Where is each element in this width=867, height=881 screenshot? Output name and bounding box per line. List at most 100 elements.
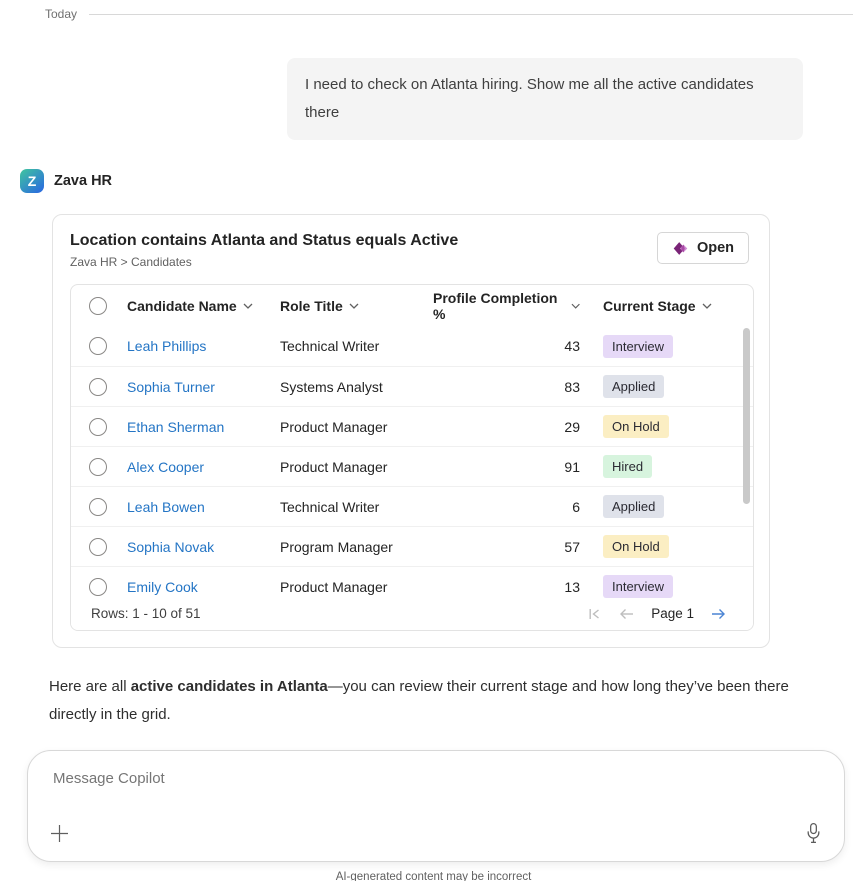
row-checkbox[interactable] [89, 418, 107, 436]
stage-badge: Interview [603, 335, 673, 358]
candidate-name-link[interactable]: Sophia Turner [127, 379, 280, 395]
checkbox-cell [71, 538, 127, 556]
completion-cell: 83 [433, 379, 593, 395]
candidate-name-link[interactable]: Ethan Sherman [127, 419, 280, 435]
row-checkbox[interactable] [89, 458, 107, 476]
agent-avatar: Z [20, 169, 44, 193]
completion-cell: 91 [433, 459, 593, 475]
table-row[interactable]: Ethan Sherman Product Manager 29 On Hold [71, 406, 753, 446]
chevron-down-icon [702, 303, 712, 309]
table-row[interactable]: Sophia Novak Program Manager 57 On Hold [71, 526, 753, 566]
stage-badge: Applied [603, 495, 664, 518]
user-message-text: I need to check on Atlanta hiring. Show … [305, 76, 754, 121]
card-header: Location contains Atlanta and Status equ… [70, 232, 754, 269]
select-all-checkbox[interactable] [89, 297, 107, 315]
role-title-cell: Product Manager [280, 419, 433, 435]
results-card: Location contains Atlanta and Status equ… [52, 214, 770, 648]
row-checkbox[interactable] [89, 498, 107, 516]
completion-cell: 43 [433, 338, 593, 354]
stage-cell: On Hold [593, 535, 753, 558]
stage-cell: Interview [593, 335, 753, 358]
column-header-candidate-name[interactable]: Candidate Name [127, 298, 280, 314]
stage-badge: On Hold [603, 535, 669, 558]
breadcrumb: Zava HR > Candidates [70, 255, 458, 269]
stage-badge: On Hold [603, 415, 669, 438]
microphone-icon[interactable] [805, 822, 822, 850]
column-label: Role Title [280, 298, 343, 314]
column-header-profile-completion[interactable]: Profile Completion % [433, 290, 593, 322]
completion-cell: 13 [433, 579, 593, 595]
message-composer[interactable]: Message Copilot [27, 750, 845, 862]
table-row[interactable]: Alex Cooper Product Manager 91 Hired [71, 446, 753, 486]
stage-cell: On Hold [593, 415, 753, 438]
checkbox-cell [71, 578, 127, 596]
role-title-cell: Program Manager [280, 539, 433, 555]
open-button[interactable]: Open [657, 232, 749, 264]
candidates-grid: Candidate Name Role Title Profile Comple… [70, 284, 754, 631]
candidate-name-link[interactable]: Leah Phillips [127, 338, 280, 354]
chevron-down-icon [349, 303, 359, 309]
agent-name: Zava HR [54, 173, 112, 189]
today-divider: Today [0, 0, 867, 21]
stage-badge: Applied [603, 375, 664, 398]
candidate-name-link[interactable]: Leah Bowen [127, 499, 280, 515]
next-page-icon[interactable] [710, 607, 727, 621]
today-label: Today [45, 7, 77, 21]
user-message-bubble: I need to check on Atlanta hiring. Show … [287, 58, 803, 140]
grid-footer: Rows: 1 - 10 of 51 Page 1 [71, 599, 753, 630]
row-checkbox[interactable] [89, 578, 107, 596]
checkbox-cell [71, 498, 127, 516]
column-label: Profile Completion % [433, 290, 565, 322]
completion-cell: 29 [433, 419, 593, 435]
chevron-down-icon [571, 303, 580, 309]
avatar-letter: Z [28, 173, 37, 189]
power-apps-icon [672, 240, 689, 257]
candidate-name-link[interactable]: Alex Cooper [127, 459, 280, 475]
column-header-role-title[interactable]: Role Title [280, 298, 433, 314]
role-title-cell: Product Manager [280, 579, 433, 595]
checkbox-cell [71, 378, 127, 396]
role-title-cell: Technical Writer [280, 499, 433, 515]
rows-count: Rows: 1 - 10 of 51 [91, 606, 201, 621]
table-row[interactable]: Leah Bowen Technical Writer 6 Applied [71, 486, 753, 526]
response-prefix: Here are all [49, 678, 131, 695]
table-row[interactable]: Emily Cook Product Manager 13 Interview [71, 566, 753, 599]
card-title: Location contains Atlanta and Status equ… [70, 232, 458, 250]
row-checkbox[interactable] [89, 378, 107, 396]
stage-cell: Hired [593, 455, 753, 478]
stage-cell: Interview [593, 575, 753, 598]
candidate-name-link[interactable]: Emily Cook [127, 579, 280, 595]
stage-badge: Hired [603, 455, 652, 478]
ai-disclaimer: AI-generated content may be incorrect [0, 871, 867, 881]
response-bold: active candidates in Atlanta [131, 678, 328, 695]
checkbox-cell [71, 458, 127, 476]
column-header-current-stage[interactable]: Current Stage [593, 298, 753, 314]
completion-cell: 57 [433, 539, 593, 555]
table-row[interactable]: Leah Phillips Technical Writer 43 Interv… [71, 326, 753, 366]
open-button-label: Open [697, 240, 734, 256]
checkbox-cell [71, 418, 127, 436]
checkbox-cell [71, 337, 127, 355]
vertical-scrollbar[interactable] [743, 328, 750, 504]
card-title-block: Location contains Atlanta and Status equ… [70, 232, 458, 269]
agent-header: Z Zava HR [20, 169, 867, 193]
header-checkbox-cell [71, 297, 127, 315]
row-checkbox[interactable] [89, 337, 107, 355]
assistant-response: Here are all active candidates in Atlant… [49, 673, 797, 729]
stage-cell: Applied [593, 495, 753, 518]
role-title-cell: Product Manager [280, 459, 433, 475]
stage-badge: Interview [603, 575, 673, 598]
candidate-name-link[interactable]: Sophia Novak [127, 539, 280, 555]
first-page-icon[interactable] [587, 607, 602, 621]
table-row[interactable]: Sophia Turner Systems Analyst 83 Applied [71, 366, 753, 406]
role-title-cell: Systems Analyst [280, 379, 433, 395]
composer-placeholder: Message Copilot [53, 770, 165, 787]
row-checkbox[interactable] [89, 538, 107, 556]
page-indicator: Page 1 [651, 606, 694, 621]
grid-body[interactable]: Leah Phillips Technical Writer 43 Interv… [71, 326, 753, 599]
completion-cell: 6 [433, 499, 593, 515]
pagination: Page 1 [587, 606, 727, 621]
previous-page-icon[interactable] [618, 607, 635, 621]
column-label: Candidate Name [127, 298, 237, 314]
add-attachment-button[interactable] [50, 824, 69, 848]
